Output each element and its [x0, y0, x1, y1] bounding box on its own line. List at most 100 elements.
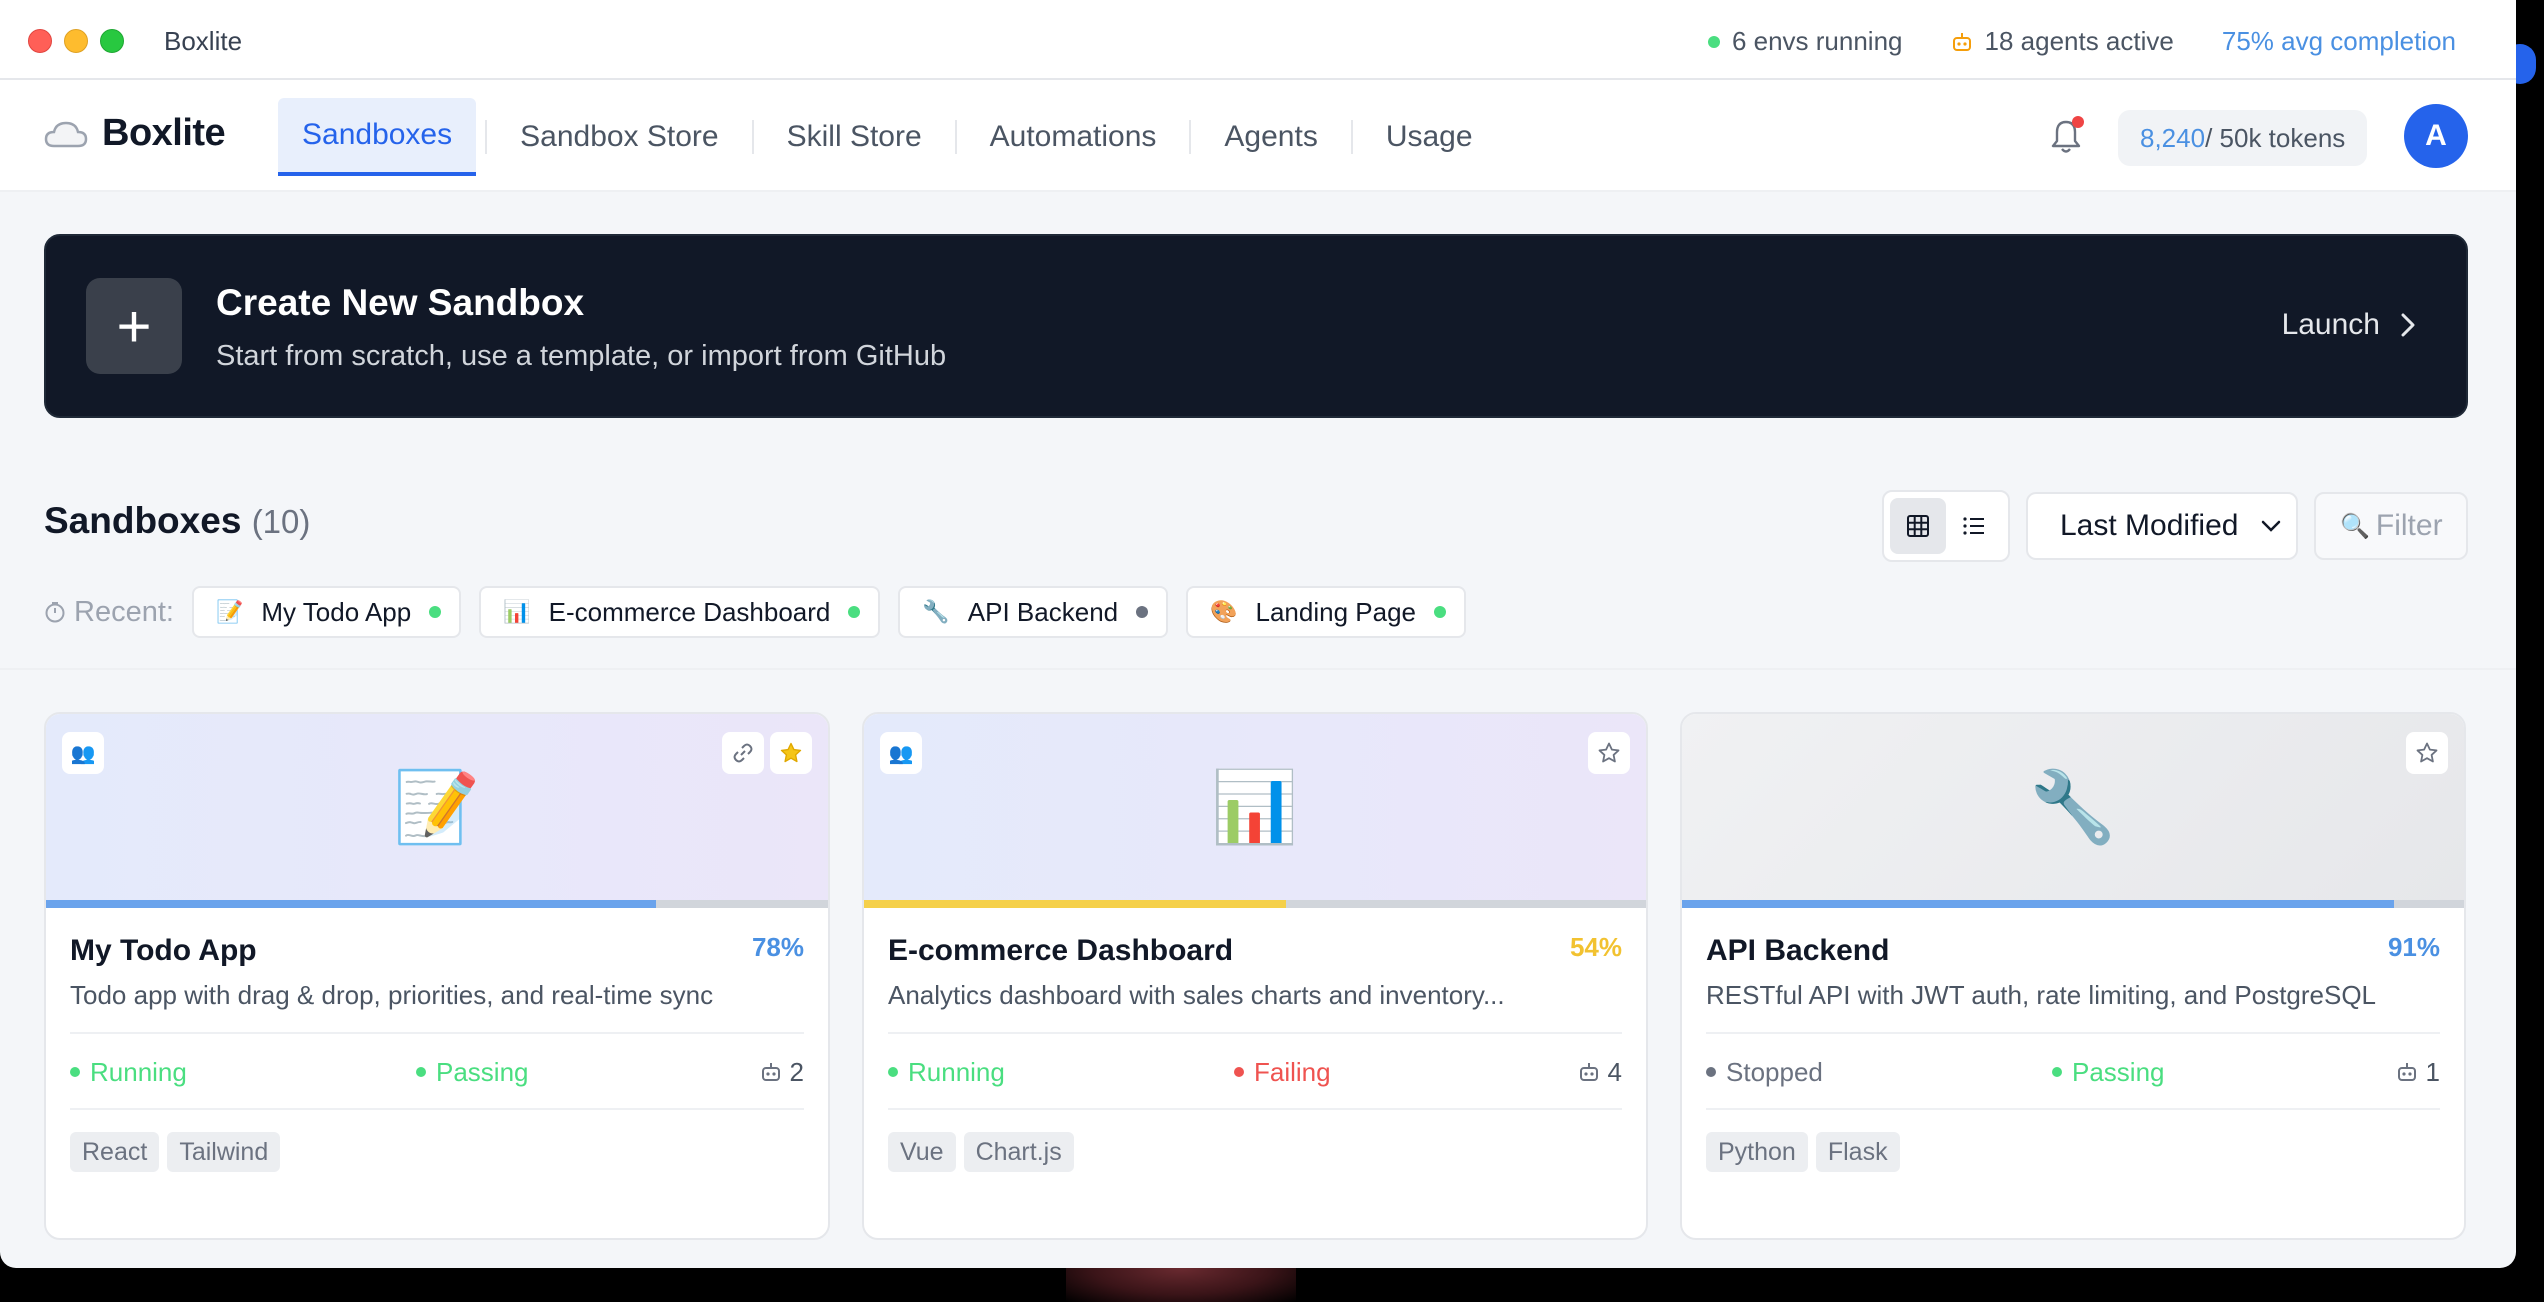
- shared-badge: 👥: [62, 732, 104, 774]
- recent-chip-label: API Backend: [967, 596, 1119, 627]
- sandbox-emoji-icon: 📊: [1211, 768, 1299, 846]
- star-icon: [1598, 742, 1620, 763]
- tech-tag: Tailwind: [167, 1132, 281, 1172]
- run-status-label: Running: [90, 1056, 187, 1087]
- status-dot-icon: [429, 606, 442, 618]
- app-window: Boxlite 6 envs running 18 agents active …: [0, 0, 2516, 1268]
- sandbox-card[interactable]: 🔧 API Backend 91% RESTful API with JWT a…: [1680, 712, 2466, 1240]
- tech-tag: Chart.js: [963, 1132, 1074, 1172]
- card-divider: [1706, 1032, 2440, 1034]
- progress-bar: [46, 900, 828, 908]
- recent-chip-label: E-commerce Dashboard: [548, 596, 831, 627]
- status-dot-icon: [1706, 1067, 1716, 1077]
- recent-chip[interactable]: 🎨 Landing Page: [1186, 586, 1466, 638]
- recent-chip[interactable]: 📝 My Todo App: [191, 586, 462, 638]
- list-view-button[interactable]: [1946, 498, 2002, 554]
- banner-title: Create New Sandbox: [216, 282, 585, 323]
- card-description: RESTful API with JWT auth, rate limiting…: [1706, 980, 2377, 1010]
- progress-bar: [1682, 900, 2464, 908]
- recent-row: Recent: 📝 My Todo App 📊 E-commerce Dashboar…: [44, 586, 1484, 638]
- card-title: API Backend: [1706, 934, 1890, 967]
- status-row: Stopped Passing 1: [1706, 1044, 2440, 1100]
- sandbox-card[interactable]: 📊 👥 E-commerce Dashboard 54% Analytics d…: [862, 712, 1648, 1240]
- sandbox-card[interactable]: 📝 👥 My Todo App 78% Todo app with drag &…: [44, 712, 830, 1240]
- test-status: Passing: [416, 1057, 529, 1088]
- card-title: E-commerce Dashboard: [888, 934, 1234, 967]
- progress-bar: [864, 900, 1646, 908]
- minimize-window-button[interactable]: [64, 29, 88, 53]
- recent-chips: 📝 My Todo App 📊 E-commerce Dashboard 🔧 API Ba…: [191, 586, 1484, 638]
- plus-icon: +: [86, 278, 182, 374]
- desktop-edge: [2516, 0, 2544, 1302]
- section-divider: [0, 668, 2516, 670]
- card-description: Todo app with drag & drop, priorities, a…: [70, 980, 714, 1010]
- card-hero: 📝 👥: [46, 714, 828, 900]
- grid-view-button[interactable]: [1890, 498, 1946, 554]
- tech-tag: Flask: [1815, 1132, 1900, 1172]
- tab-divider: [1350, 120, 1353, 154]
- sort-select[interactable]: Last Modified: [2026, 492, 2298, 560]
- avg-completion-label: 75% avg completion: [2221, 26, 2456, 56]
- tab-divider: [485, 120, 488, 154]
- running-dot-icon: [1707, 35, 1720, 48]
- people-icon: 👥: [70, 742, 96, 765]
- progress-fill: [46, 900, 656, 908]
- progress-fill: [864, 900, 1287, 908]
- star-filled-icon: [780, 742, 802, 763]
- agent-count: 1: [2396, 1057, 2440, 1088]
- recent-chip[interactable]: 📊 E-commerce Dashboard: [479, 586, 881, 638]
- close-window-button[interactable]: [28, 29, 52, 53]
- create-sandbox-banner[interactable]: + Create New Sandbox Start from scratch,…: [44, 234, 2468, 418]
- status-dot-icon: [1136, 606, 1149, 618]
- agents-active-label: 18 agents active: [1984, 26, 2174, 56]
- card-hero: 🔧: [1682, 714, 2464, 900]
- recent-chip[interactable]: 🔧 API Backend: [898, 586, 1169, 638]
- card-divider: [70, 1108, 804, 1110]
- copy-link-button[interactable]: [722, 732, 764, 774]
- launch-button[interactable]: Launch: [2282, 308, 2416, 342]
- favorite-button[interactable]: [770, 732, 812, 774]
- shared-badge: 👥: [880, 732, 922, 774]
- tab-skill-store[interactable]: Skill Store: [763, 98, 946, 176]
- agent-count-label: 2: [789, 1056, 804, 1087]
- maximize-window-button[interactable]: [100, 29, 124, 53]
- run-status: Stopped: [1706, 1057, 1823, 1088]
- run-status: Running: [888, 1057, 1005, 1088]
- run-status-label: Stopped: [1726, 1056, 1823, 1087]
- tab-divider: [954, 120, 957, 154]
- agent-count: 4: [1578, 1057, 1622, 1088]
- status-row: Running Passing 2: [70, 1044, 804, 1100]
- tab-usage[interactable]: Usage: [1362, 98, 1497, 176]
- card-divider: [888, 1032, 1622, 1034]
- favorite-button[interactable]: [2406, 732, 2448, 774]
- logo[interactable]: Boxlite: [44, 112, 226, 155]
- recent-chip-label: My Todo App: [261, 596, 412, 627]
- favorite-button[interactable]: [1588, 732, 1630, 774]
- banner-subtitle: Start from scratch, use a template, or i…: [216, 340, 947, 372]
- search-icon: 🔍: [2340, 512, 2370, 540]
- avatar[interactable]: A: [2404, 104, 2468, 168]
- logo-text: Boxlite: [102, 112, 226, 154]
- tag-row: Vue Chart.js: [888, 1132, 1082, 1172]
- tab-sandbox-store[interactable]: Sandbox Store: [496, 98, 742, 176]
- notifications-button[interactable]: [2048, 116, 2084, 156]
- people-icon: 👥: [888, 742, 914, 765]
- tag-row: Python Flask: [1706, 1132, 1908, 1172]
- completion-percent: 54%: [1569, 932, 1622, 962]
- token-usage[interactable]: 8,240 / 50k tokens: [2118, 110, 2368, 166]
- tab-sandboxes[interactable]: Sandboxes: [278, 98, 477, 176]
- tab-automations[interactable]: Automations: [966, 98, 1181, 176]
- robot-icon: [761, 1063, 780, 1081]
- tab-agents[interactable]: Agents: [1200, 98, 1341, 176]
- test-status-label: Failing: [1254, 1056, 1331, 1087]
- filter-input[interactable]: 🔍 Filter: [2314, 492, 2468, 560]
- section-title: Sandboxes (10): [44, 500, 310, 542]
- sort-value: Last Modified: [2060, 509, 2239, 542]
- main-navbar: Boxlite Sandboxes Sandbox Store Skill St…: [0, 80, 2516, 192]
- test-status: Passing: [2052, 1057, 2165, 1088]
- card-divider: [1706, 1108, 2440, 1110]
- card-title: My Todo App: [70, 934, 257, 967]
- chevron-down-icon: [2261, 520, 2281, 532]
- test-status: Failing: [1234, 1057, 1331, 1088]
- title-bar: Boxlite 6 envs running 18 agents active …: [0, 0, 2516, 80]
